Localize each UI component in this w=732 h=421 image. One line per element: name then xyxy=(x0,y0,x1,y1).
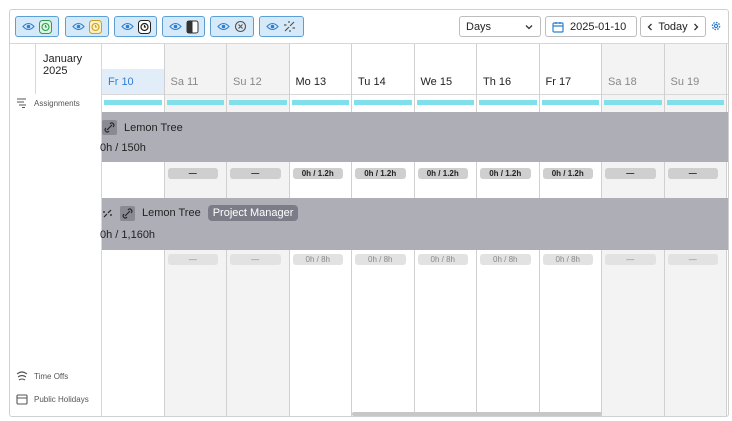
chevron-right-icon[interactable] xyxy=(691,22,701,32)
row-header-panel: January 2025 Assignments Time Offs Publi… xyxy=(10,44,102,416)
hours-cell[interactable]: 0h / 8h xyxy=(480,254,531,265)
role-badge: Project Manager xyxy=(207,205,299,221)
date-picker[interactable]: 2025-01-10 xyxy=(545,16,637,37)
assignments-icon xyxy=(17,98,26,109)
day-header[interactable]: Mo 13 xyxy=(289,69,351,95)
hours-cell[interactable]: — xyxy=(605,168,656,179)
half-square-icon xyxy=(186,20,199,34)
date-value: 2025-01-10 xyxy=(570,20,627,33)
hours-cell[interactable]: 0h / 1.2h xyxy=(480,168,531,179)
view-cancelled-toggle[interactable] xyxy=(210,16,254,37)
project-band[interactable]: Lemon Tree 0h / 150h xyxy=(100,112,728,162)
period-select[interactable]: Days xyxy=(459,16,541,37)
assignment-bar[interactable] xyxy=(604,100,662,105)
eye-icon xyxy=(169,22,182,31)
sidebar-row-time-offs: Time Offs xyxy=(16,370,68,382)
broken-link-icon xyxy=(283,20,296,33)
project-title: Lemon Tree xyxy=(102,120,183,135)
sidebar-row-assignments: Assignments xyxy=(16,97,80,109)
horizontal-scrollbar[interactable] xyxy=(352,412,602,416)
clock-badge-green xyxy=(39,19,52,34)
day-header[interactable]: Su 19 xyxy=(664,69,726,95)
assignment-bar[interactable] xyxy=(354,100,412,105)
chevron-down-icon xyxy=(525,24,533,29)
eye-icon xyxy=(266,22,279,31)
hours-cell[interactable]: 0h / 8h xyxy=(542,254,593,265)
hours-cell[interactable]: — xyxy=(667,254,718,265)
eye-icon xyxy=(72,22,85,31)
view-timeoffs-toggle[interactable] xyxy=(65,16,109,37)
gear-icon[interactable] xyxy=(710,20,722,32)
link-icon xyxy=(120,205,135,221)
hours-cell[interactable]: 0h / 1.2h xyxy=(355,168,406,179)
calendar-icon xyxy=(552,21,564,33)
hours-cell[interactable]: 0h / 8h xyxy=(417,254,468,265)
day-header[interactable]: Fr 17 xyxy=(539,69,601,95)
month-label: January 2025 xyxy=(43,53,83,77)
assignment-bar[interactable] xyxy=(541,100,599,105)
day-header[interactable]: Tu 14 xyxy=(352,69,414,95)
sidebar-label: Assignments xyxy=(34,98,80,108)
hours-cell[interactable]: 0h / 1.2h xyxy=(417,168,468,179)
hours-cell[interactable]: 0h / 1.2h xyxy=(542,168,593,179)
day-header[interactable]: Sa 18 xyxy=(602,69,664,95)
assignment-bar[interactable] xyxy=(229,100,287,105)
project-hours: 0h / 1,160h xyxy=(100,229,156,241)
hours-cell[interactable]: — xyxy=(230,168,281,179)
circle-x-icon xyxy=(234,20,247,33)
hours-cell[interactable]: — xyxy=(667,168,718,179)
sidebar-row-public-holidays: Public Holidays xyxy=(16,393,89,405)
divider xyxy=(35,44,36,94)
sidebar-label: Public Holidays xyxy=(34,394,89,404)
day-header[interactable]: Sa 11 xyxy=(164,69,226,95)
eye-icon xyxy=(22,22,35,31)
day-header[interactable]: Fr 10 xyxy=(102,69,164,95)
hours-cell[interactable]: — xyxy=(167,168,218,179)
day-header[interactable]: Mo 20 xyxy=(727,69,728,95)
assignment-bar[interactable] xyxy=(666,100,724,105)
eye-icon xyxy=(121,22,134,31)
broken-link-icon xyxy=(103,209,112,217)
today-navigator: Today xyxy=(640,16,706,37)
clock-badge-yellow xyxy=(89,19,102,34)
resource-planner: Days 2025-01-10 Today January 2025 Assig… xyxy=(9,9,729,417)
day-header[interactable]: Su 12 xyxy=(227,69,289,95)
link-icon xyxy=(102,120,117,135)
eye-icon xyxy=(217,22,230,31)
assignment-bar[interactable] xyxy=(291,100,349,105)
today-button[interactable]: Today xyxy=(658,21,687,33)
calendar-icon xyxy=(16,394,28,405)
period-select-value: Days xyxy=(466,20,492,33)
project-name: Lemon Tree xyxy=(142,207,201,219)
view-unassigned-toggle[interactable] xyxy=(259,16,304,37)
view-hours-toggle[interactable] xyxy=(114,16,157,37)
day-header[interactable]: Th 16 xyxy=(477,69,539,95)
view-phases-toggle[interactable] xyxy=(162,16,205,37)
project-hours: 0h / 150h xyxy=(100,142,146,154)
sidebar-label: Time Offs xyxy=(34,371,69,381)
assignment-bar[interactable] xyxy=(166,100,224,105)
chevron-left-icon[interactable] xyxy=(645,22,655,32)
hours-cell[interactable]: — xyxy=(230,254,281,265)
assignment-bar[interactable] xyxy=(416,100,474,105)
project-title: Lemon Tree Project Manager xyxy=(102,205,299,221)
toolbar: Days 2025-01-10 Today xyxy=(10,10,728,44)
view-assignments-toggle[interactable] xyxy=(15,16,59,37)
hours-cell[interactable]: 0h / 8h xyxy=(292,254,343,265)
project-band[interactable]: Lemon Tree Project Manager 0h / 1,160h xyxy=(100,198,728,250)
project-name: Lemon Tree xyxy=(124,121,183,134)
assignment-bar[interactable] xyxy=(104,100,162,105)
hours-cell[interactable]: — xyxy=(167,254,218,265)
hours-cell[interactable]: 0h / 1.2h xyxy=(292,168,343,179)
clock-badge-dark xyxy=(138,19,151,34)
time-offs-icon xyxy=(16,371,28,381)
day-header[interactable]: We 15 xyxy=(414,69,476,95)
hours-cell[interactable]: — xyxy=(605,254,656,265)
hours-cell[interactable]: 0h / 8h xyxy=(355,254,406,265)
assignment-bar[interactable] xyxy=(479,100,537,105)
